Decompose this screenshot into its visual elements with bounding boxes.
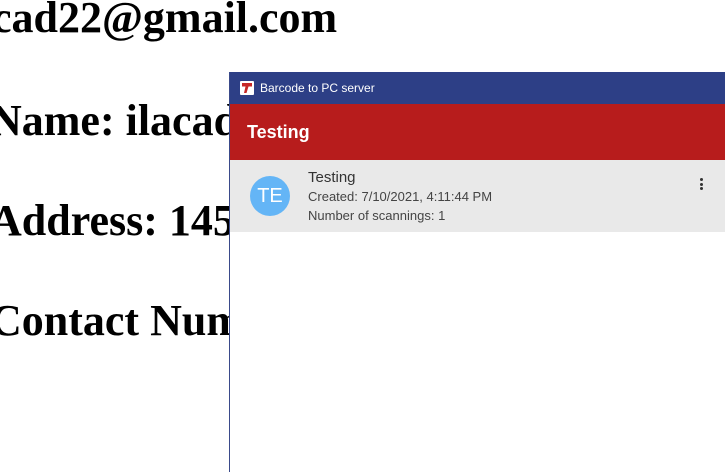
list-item[interactable]: TE Testing Created: 7/10/2021, 4:11:44 P…	[230, 160, 725, 232]
kebab-dot	[699, 178, 703, 181]
kebab-dot	[699, 187, 703, 190]
app-window: Barcode to PC server Testing TE Testing …	[229, 72, 725, 472]
window-title: Barcode to PC server	[260, 81, 375, 95]
app-header: Testing	[230, 104, 725, 160]
kebab-dot	[699, 182, 703, 186]
list-item-text: Testing Created: 7/10/2021, 4:11:44 PM N…	[308, 168, 492, 225]
app-icon	[240, 81, 254, 95]
list-item-created: Created: 7/10/2021, 4:11:44 PM	[308, 188, 493, 204]
list-item-title: Testing	[308, 168, 356, 186]
window-titlebar[interactable]: Barcode to PC server	[230, 72, 725, 104]
list-item-scannings: Number of scannings: 1	[308, 207, 446, 223]
more-vertical-icon[interactable]	[696, 176, 706, 192]
document-address-text: Address: 145	[0, 196, 235, 245]
document-contact-text: Contact Num	[0, 296, 243, 345]
document-name-text: Name: ilacad	[0, 96, 239, 145]
document-email-text: cad22@gmail.com	[0, 0, 338, 42]
page-title: Testing	[247, 121, 310, 142]
avatar: TE	[250, 176, 290, 216]
